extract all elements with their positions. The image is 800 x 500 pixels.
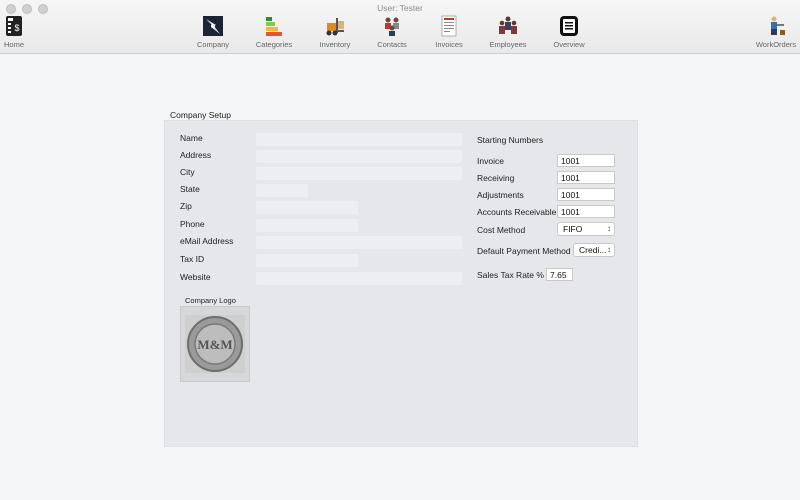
adjustments-label: Adjustments	[477, 190, 524, 200]
toolbar-categories-label: Categories	[255, 40, 293, 49]
toolbar-home-label: Home	[3, 40, 24, 49]
address-field[interactable]	[256, 150, 462, 163]
toolbar-employees-button[interactable]: Employees	[478, 15, 538, 49]
overview-list-icon	[560, 16, 578, 36]
toolbar-inventory-button[interactable]: Inventory	[305, 15, 365, 49]
company-setup-title: Company Setup	[170, 110, 231, 120]
receiving-label: Receiving	[477, 173, 515, 183]
toolbar-inventory-label: Inventory	[319, 40, 351, 49]
chevron-updown-icon: ↕	[607, 245, 611, 254]
bar-stack-icon	[266, 17, 282, 36]
chevron-updown-icon: ↕	[607, 224, 611, 233]
receiving-number-input[interactable]: 1001	[557, 171, 615, 184]
name-field[interactable]	[256, 133, 462, 146]
zip-label: Zip	[180, 201, 192, 211]
window-title: User: Tester	[377, 3, 423, 13]
name-label: Name	[180, 133, 203, 143]
adjustments-number-input[interactable]: 1001	[557, 188, 615, 201]
worker-icon	[771, 16, 785, 35]
company-logo-label: Company Logo	[185, 296, 236, 305]
invoice-number-input[interactable]: 1001	[557, 154, 615, 167]
toolbar-contacts-button[interactable]: Contacts	[362, 15, 422, 49]
zip-field[interactable]	[256, 201, 358, 214]
invoice-label: Invoice	[477, 156, 504, 166]
toolbar-employees-label: Employees	[489, 40, 527, 49]
company-logo-image[interactable]: M&M	[180, 306, 250, 382]
cost-method-select[interactable]: FIFO ↕	[557, 222, 615, 236]
default-payment-label: Default Payment Method	[477, 246, 571, 256]
cost-method-value: FIFO	[563, 224, 583, 234]
phone-label: Phone	[180, 219, 205, 229]
forklift-icon	[326, 18, 344, 36]
team-icon	[499, 16, 517, 34]
state-field[interactable]	[256, 184, 308, 197]
tax-id-field[interactable]	[256, 254, 358, 267]
svg-text:$: $	[14, 23, 19, 33]
toolbar-company-label: Company	[196, 40, 230, 49]
accounts-receivable-label: Accounts Receivable	[477, 207, 557, 217]
website-label: Website	[180, 272, 211, 282]
toolbar-overview-label: Overview	[553, 40, 585, 49]
document-icon	[441, 15, 457, 37]
lightning-icon	[203, 16, 223, 36]
phone-field[interactable]	[256, 219, 358, 232]
city-field[interactable]	[256, 167, 462, 180]
toolbar-company-button[interactable]: Company	[183, 15, 243, 49]
tax-id-label: Tax ID	[180, 254, 205, 264]
starting-numbers-title: Starting Numbers	[477, 135, 544, 145]
toolbar-categories-button[interactable]: Categories	[244, 15, 304, 49]
accounts-receivable-input[interactable]: 1001	[557, 205, 615, 218]
sales-tax-rate-input[interactable]: 7.65	[546, 268, 573, 281]
state-label: State	[180, 184, 200, 194]
email-field[interactable]	[256, 236, 462, 249]
toolbar-overview-button[interactable]: Overview	[539, 15, 599, 49]
website-field[interactable]	[256, 272, 462, 285]
default-payment-value: Credi...	[579, 245, 607, 255]
toolbar-workorders-label: WorkOrders	[755, 40, 797, 49]
toolbar-workorders-button[interactable]: WorkOrders	[746, 15, 800, 49]
company-logo-text: M&M	[197, 337, 232, 352]
city-label: City	[180, 167, 195, 177]
toolbar-contacts-label: Contacts	[377, 40, 407, 49]
toolbar-invoices-button[interactable]: Invoices	[419, 15, 479, 49]
email-label: eMail Address	[180, 236, 234, 246]
cash-register-icon: $	[6, 16, 22, 36]
toolbar-invoices-label: Invoices	[435, 40, 463, 49]
default-payment-select[interactable]: Credi... ↕	[573, 243, 615, 257]
people-icon	[385, 17, 399, 36]
company-logo-seal: M&M	[185, 315, 245, 373]
sales-tax-rate-label: Sales Tax Rate %	[477, 270, 544, 280]
address-label: Address	[180, 150, 212, 160]
toolbar-home-button[interactable]: $ Home	[0, 15, 44, 49]
toolbar: User: Tester $ Home Company Categories I…	[0, 0, 800, 54]
cost-method-label: Cost Method	[477, 225, 526, 235]
